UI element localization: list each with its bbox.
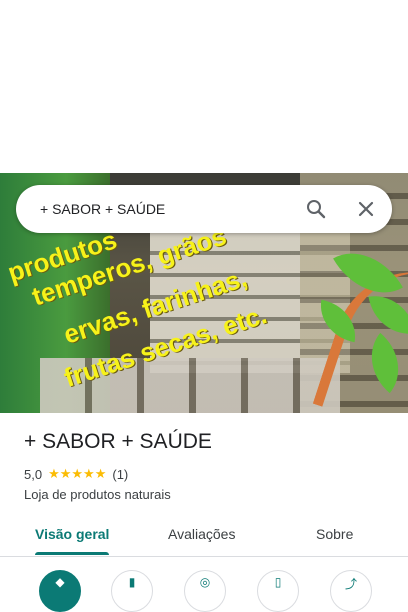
place-title: + SABOR + SAÚDE bbox=[24, 430, 212, 453]
directions-button[interactable]: ◆ bbox=[39, 570, 81, 612]
bookmark-icon: ▮ bbox=[128, 575, 136, 589]
nearby-icon: ◎ bbox=[199, 575, 211, 589]
tab-reviews[interactable]: Avaliações bbox=[168, 526, 235, 542]
place-tabs: Visão geral Avaliações Sobre bbox=[0, 512, 408, 557]
tab-about[interactable]: Sobre bbox=[316, 526, 353, 542]
map-area-blank bbox=[0, 0, 408, 173]
search-bar[interactable]: + SABOR + SAÚDE bbox=[16, 185, 392, 233]
search-input[interactable]: + SABOR + SAÚDE bbox=[40, 201, 165, 217]
phone-icon: ▯ bbox=[274, 575, 282, 589]
star-rating-icon: ★★★★★ bbox=[48, 466, 107, 481]
directions-icon: ◆ bbox=[55, 575, 65, 589]
place-category: Loja de produtos naturais bbox=[24, 487, 171, 502]
close-icon[interactable] bbox=[354, 197, 378, 221]
nearby-button[interactable]: ◎ bbox=[184, 570, 226, 612]
tab-overview[interactable]: Visão geral bbox=[35, 526, 109, 542]
rating-value: 5,0 bbox=[24, 466, 43, 482]
active-tab-indicator bbox=[35, 552, 109, 555]
share-button[interactable]: ⤴ bbox=[330, 570, 372, 612]
review-count[interactable]: (1) bbox=[112, 467, 128, 482]
send-to-phone-button[interactable]: ▯ bbox=[257, 570, 299, 612]
rating-row[interactable]: 5,0 ★★★★★ (1) bbox=[24, 466, 128, 482]
save-button[interactable]: ▮ bbox=[111, 570, 153, 612]
search-icon[interactable] bbox=[304, 197, 328, 221]
share-icon: ⤴ bbox=[344, 577, 357, 591]
